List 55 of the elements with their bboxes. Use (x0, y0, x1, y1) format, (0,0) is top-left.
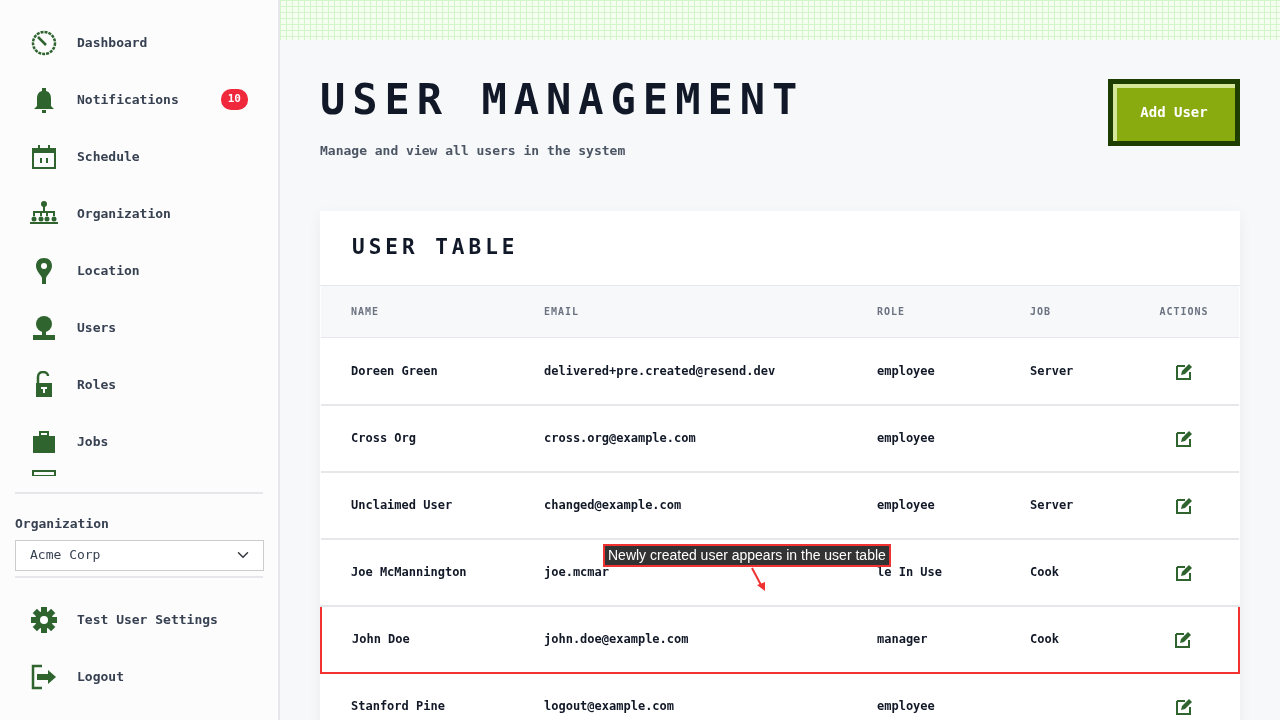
page-title: USER MANAGEMENT (320, 79, 805, 121)
sidebar-item[interactable]: Schedule (0, 128, 278, 185)
table-cell: employee (877, 431, 935, 445)
table-cell: employee (877, 363, 935, 378)
edit-icon[interactable] (1175, 564, 1193, 581)
sidebar-item[interactable]: Notifications 10 (0, 71, 278, 128)
sidebar-item[interactable]: Dashboard (0, 14, 278, 71)
table-cell: John Doe (352, 632, 410, 646)
gauge-icon (30, 28, 58, 57)
table-cell: Joe McMannington (351, 565, 467, 579)
edit-icon[interactable] (1175, 631, 1192, 648)
table-cell: joe.mcmar (544, 565, 610, 579)
table-cell: john.doe@example.com (544, 632, 689, 646)
organization-label: Organization (14, 515, 110, 533)
user-icon (30, 313, 58, 342)
table-cell: cross.org@example.com (544, 431, 696, 445)
table-cell: Cook (1030, 632, 1059, 646)
organization-select[interactable]: Acme Corp (15, 539, 264, 571)
table-cell: Cook (1030, 565, 1059, 579)
sidebar-item[interactable]: Roles (0, 356, 278, 413)
edit-icon[interactable] (1175, 497, 1193, 514)
annotation-callout: Newly created user appears in the user table (603, 543, 891, 567)
table-cell: Server (1030, 363, 1074, 378)
edit-icon[interactable] (1175, 698, 1193, 715)
sidebar-item[interactable]: Test User Settings (0, 591, 278, 649)
sidebar-item[interactable]: Location (0, 242, 278, 299)
edit-icon[interactable] (1175, 362, 1193, 380)
sidebar-item[interactable]: Organization (0, 185, 278, 242)
table-cell: Server (1030, 498, 1074, 512)
column-header: EMAIL (543, 285, 876, 338)
table-cell: logout@example.com (544, 699, 675, 713)
table-cell: delivered+pre.created@resend.dev (544, 363, 776, 378)
logout-icon (30, 663, 58, 691)
column-header: JOB (1029, 285, 1129, 338)
edit-icon[interactable] (1175, 430, 1193, 447)
table-cell: changed@example.com (544, 498, 682, 512)
sidebar-item[interactable]: Logout (0, 648, 278, 706)
column-header: NAME (321, 285, 543, 338)
table-cell: employee (877, 498, 935, 512)
card-title: USER TABLE (352, 233, 519, 261)
table-cell: manager (877, 632, 928, 646)
table-cell: Doreen Green (351, 363, 438, 378)
gear-icon (30, 606, 58, 634)
calendar-icon (30, 142, 58, 171)
table-cell: employee (877, 699, 935, 713)
page-subtitle: Manage and view all users in the system (320, 142, 627, 160)
table-cell: Stanford Pine (351, 699, 445, 713)
table-cell: Cross Org (351, 431, 417, 445)
sidebar-item[interactable]: Jobs (0, 413, 278, 470)
count-badge: 10 (220, 89, 248, 110)
annotation-arrow (751, 566, 765, 591)
column-header: ROLE (876, 285, 1029, 338)
table-cell: Unclaimed User (351, 498, 453, 512)
column-header: ACTIONS (1129, 285, 1239, 338)
sidebar-item[interactable]: Users (0, 299, 278, 356)
